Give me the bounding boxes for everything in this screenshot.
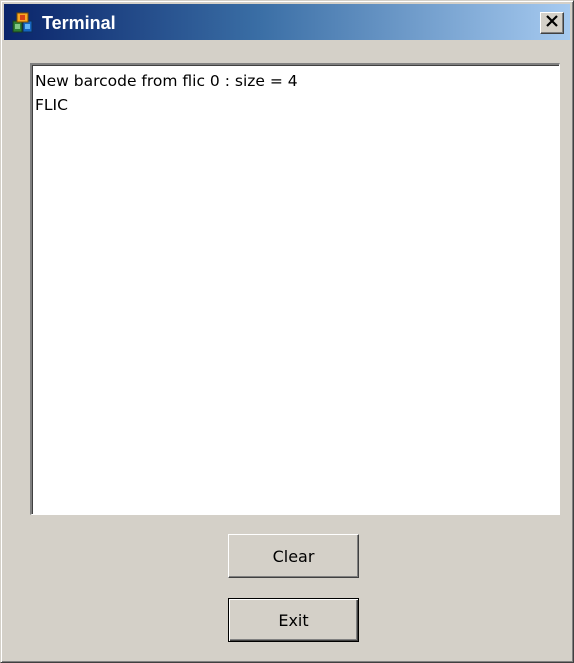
window-title: Terminal (42, 13, 116, 33)
clear-button[interactable]: Clear (228, 534, 359, 578)
title-bar[interactable]: Terminal (4, 4, 570, 40)
terminal-line: New barcode from flic 0 : size = 4 (35, 72, 298, 90)
app-icon (12, 12, 34, 34)
close-icon (546, 14, 558, 32)
close-button[interactable] (540, 12, 564, 34)
terminal-line: FLIC (35, 96, 68, 114)
terminal-output[interactable]: New barcode from flic 0 : size = 4 FLIC (30, 63, 560, 515)
terminal-window: Terminal New barcode from flic 0 : size … (0, 0, 574, 663)
exit-button[interactable]: Exit (228, 598, 359, 642)
